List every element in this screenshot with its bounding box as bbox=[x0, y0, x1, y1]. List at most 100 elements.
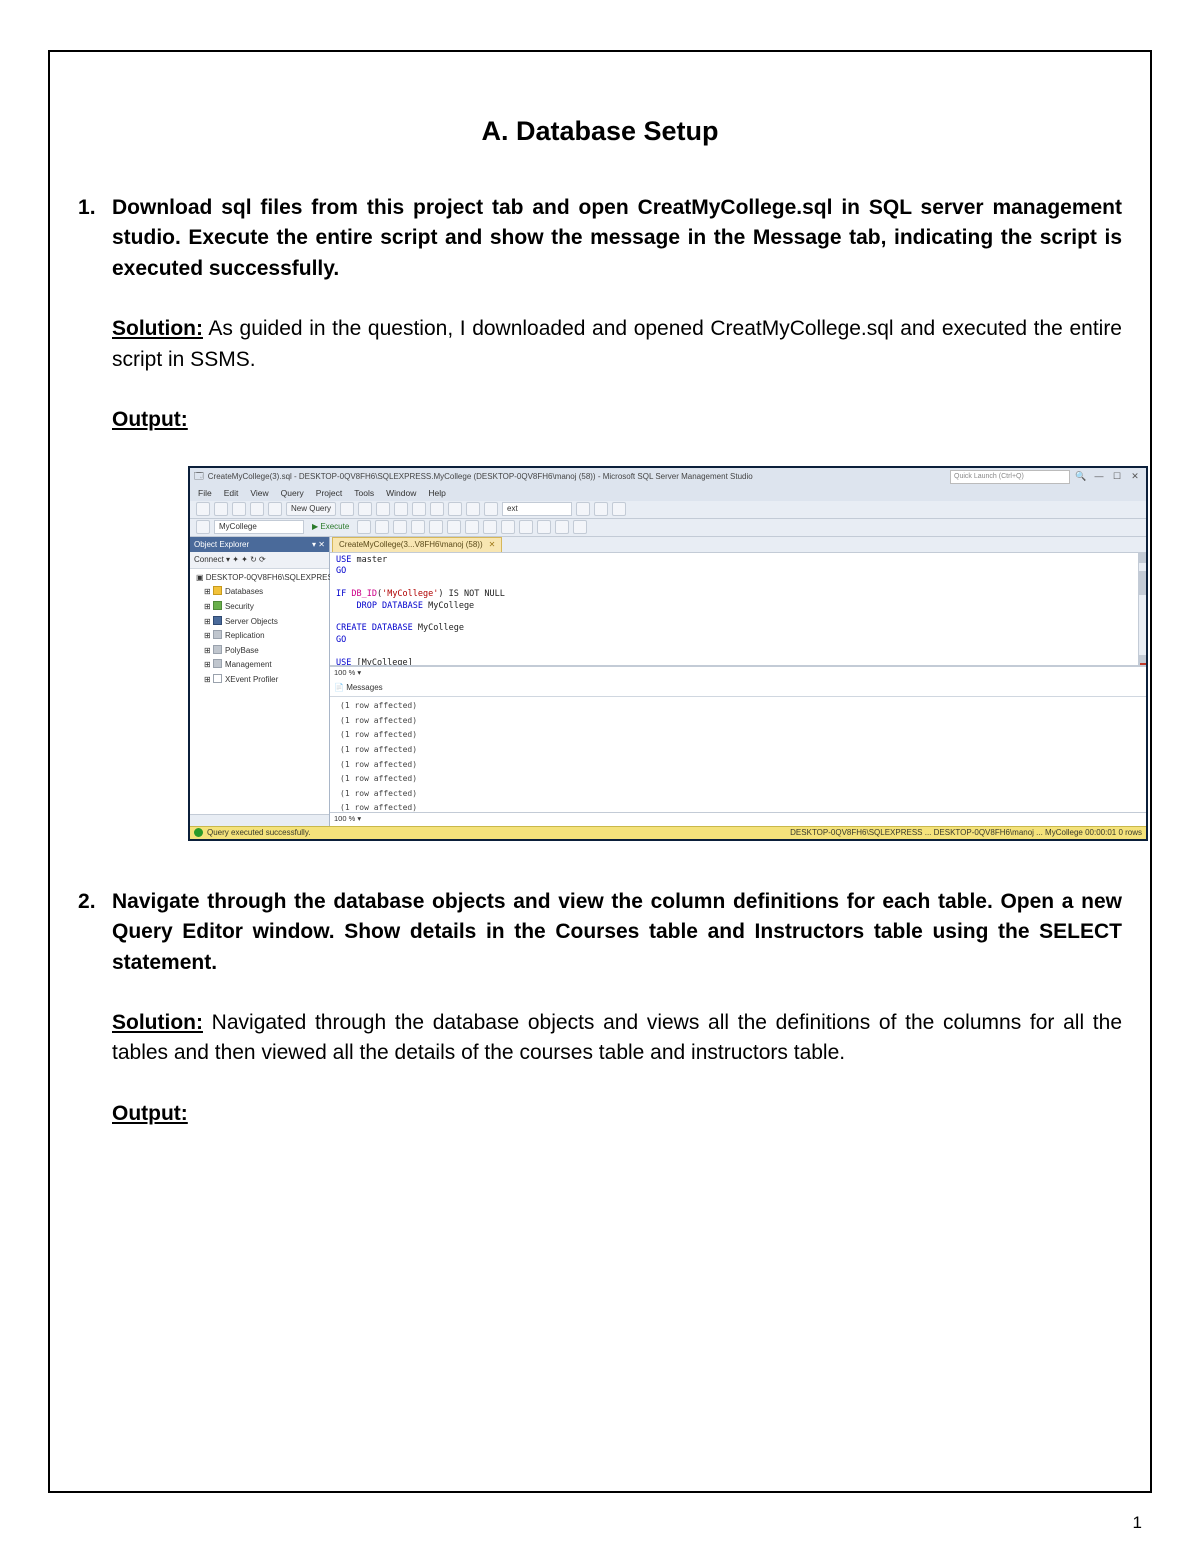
oe-scrollbar[interactable] bbox=[190, 814, 329, 826]
message-row: (1 row affected) bbox=[340, 786, 1136, 801]
database-combo[interactable]: MyCollege bbox=[214, 520, 304, 534]
solution-text: As guided in the question, I downloaded … bbox=[112, 317, 1122, 370]
extension-combo[interactable]: ext bbox=[502, 502, 572, 516]
new-query-button[interactable]: New Query bbox=[286, 502, 336, 516]
ssms-app-icon: 🗔 bbox=[194, 470, 204, 483]
tree-replication[interactable]: ⊞ Replication bbox=[194, 628, 325, 643]
output-label: Output: bbox=[112, 1102, 188, 1125]
tb2-icon-10[interactable] bbox=[555, 520, 569, 534]
check-button[interactable] bbox=[375, 520, 389, 534]
menu-edit[interactable]: Edit bbox=[224, 487, 239, 499]
output-label: Output: bbox=[112, 408, 188, 431]
tb2-icon-2[interactable] bbox=[411, 520, 425, 534]
question-1-output-label: Output: bbox=[112, 405, 1122, 435]
editor-scrollbar[interactable] bbox=[1138, 553, 1146, 666]
message-row: (1 row affected) bbox=[340, 801, 1136, 812]
cut-button[interactable] bbox=[412, 502, 426, 516]
tree-management[interactable]: ⊞ Management bbox=[194, 657, 325, 672]
tb2-icon-11[interactable] bbox=[573, 520, 587, 534]
menu-file[interactable]: File bbox=[198, 487, 212, 499]
xevent-icon bbox=[213, 674, 222, 683]
messages-zoom[interactable]: 100 % ▾ bbox=[330, 812, 1146, 826]
messages-tab[interactable]: 📄 Messages bbox=[330, 680, 1146, 697]
tb2-icon-9[interactable] bbox=[537, 520, 551, 534]
tb-icon-5[interactable] bbox=[576, 502, 590, 516]
page-border: A. Database Setup Download sql files fro… bbox=[48, 50, 1152, 1493]
message-row: (1 row affected) bbox=[340, 713, 1136, 728]
tree-databases[interactable]: ⊞ Databases bbox=[194, 584, 325, 599]
status-bar: Query executed successfully. DESKTOP-0QV… bbox=[190, 826, 1146, 839]
messages-pane: (1 row affected) (1 row affected) (1 row… bbox=[330, 697, 1146, 812]
question-1-text: Download sql files from this project tab… bbox=[112, 193, 1122, 284]
connect-toolbar[interactable]: Connect ▾ ✦ ✦ ↻ ⟳ bbox=[190, 552, 329, 569]
maximize-button[interactable]: ☐ bbox=[1110, 470, 1124, 483]
close-button[interactable]: ✕ bbox=[1128, 470, 1142, 483]
tab-label: CreateMyCollege(3...V8FH6\manoj (58)) bbox=[339, 539, 483, 551]
menu-project[interactable]: Project bbox=[316, 487, 342, 499]
tab-close-icon[interactable]: ✕ bbox=[489, 539, 496, 551]
tb2-icon-5[interactable] bbox=[465, 520, 479, 534]
main-area: CreateMyCollege(3...V8FH6\manoj (58)) ✕ … bbox=[330, 537, 1146, 826]
editor-zoom[interactable]: 100 % ▾ bbox=[330, 666, 1146, 680]
open-file-button[interactable] bbox=[232, 502, 246, 516]
solution-label: Solution: bbox=[112, 1011, 203, 1034]
tb-icon-2[interactable] bbox=[358, 502, 372, 516]
sql-editor[interactable]: USE master GO IF DB_ID('MyCollege') IS N… bbox=[330, 553, 1146, 667]
message-row: (1 row affected) bbox=[340, 772, 1136, 787]
tb2-icon-1[interactable] bbox=[393, 520, 407, 534]
execute-button[interactable]: ▶ Execute bbox=[308, 521, 353, 533]
tb2-icon-3[interactable] bbox=[429, 520, 443, 534]
object-explorer-controls[interactable]: ▾ ✕ bbox=[312, 539, 325, 551]
tb2-icon-7[interactable] bbox=[501, 520, 515, 534]
tb2-icon-6[interactable] bbox=[483, 520, 497, 534]
paste-button[interactable] bbox=[448, 502, 462, 516]
menu-tools[interactable]: Tools bbox=[354, 487, 374, 499]
tree-server-node[interactable]: ▣ DESKTOP-0QV8FH6\SQLEXPRESS (SQL Server bbox=[194, 571, 325, 585]
tree-polybase[interactable]: ⊞ PolyBase bbox=[194, 643, 325, 658]
tb-icon-7[interactable] bbox=[612, 502, 626, 516]
tb-icon-4[interactable] bbox=[394, 502, 408, 516]
parse-button[interactable] bbox=[196, 520, 210, 534]
save-all-button[interactable] bbox=[268, 502, 282, 516]
question-2-output-label: Output: bbox=[112, 1099, 1122, 1129]
tree-xevent[interactable]: ⊞ XEvent Profiler bbox=[194, 672, 325, 687]
menu-query[interactable]: Query bbox=[281, 487, 304, 499]
question-item-1: Download sql files from this project tab… bbox=[78, 193, 1122, 841]
status-message: Query executed successfully. bbox=[207, 827, 310, 839]
object-explorer-panel: Object Explorer ▾ ✕ Connect ▾ ✦ ✦ ↻ ⟳ ▣ … bbox=[190, 537, 330, 826]
search-icon[interactable]: 🔍 bbox=[1074, 470, 1088, 483]
nav-back-button[interactable] bbox=[196, 502, 210, 516]
management-icon bbox=[213, 659, 222, 668]
tree-security[interactable]: ⊞ Security bbox=[194, 599, 325, 614]
tb2-icon-8[interactable] bbox=[519, 520, 533, 534]
save-button[interactable] bbox=[250, 502, 264, 516]
replication-icon bbox=[213, 630, 222, 639]
nav-fwd-button[interactable] bbox=[214, 502, 228, 516]
tb2-icon-4[interactable] bbox=[447, 520, 461, 534]
tb-icon-1[interactable] bbox=[340, 502, 354, 516]
status-info: DESKTOP-0QV8FH6\SQLEXPRESS ... DESKTOP-0… bbox=[790, 827, 1142, 839]
question-1-solution: Solution: As guided in the question, I d… bbox=[112, 314, 1122, 375]
undo-button[interactable] bbox=[466, 502, 480, 516]
tree-server-objects[interactable]: ⊞ Server Objects bbox=[194, 614, 325, 629]
message-row: (1 row affected) bbox=[340, 743, 1136, 758]
tb-icon-3[interactable] bbox=[376, 502, 390, 516]
question-item-2: Navigate through the database objects an… bbox=[78, 887, 1122, 1130]
ssms-titlebar: 🗔 CreateMyCollege(3).sql - DESKTOP-0QV8F… bbox=[190, 468, 1146, 486]
redo-button[interactable] bbox=[484, 502, 498, 516]
menu-window[interactable]: Window bbox=[386, 487, 416, 499]
page-number: 1 bbox=[1133, 1513, 1142, 1533]
server-objects-icon bbox=[213, 616, 222, 625]
object-tree: ▣ DESKTOP-0QV8FH6\SQLEXPRESS (SQL Server… bbox=[190, 569, 329, 689]
quick-launch-input[interactable]: Quick Launch (Ctrl+Q) bbox=[950, 470, 1070, 484]
object-explorer-title: Object Explorer ▾ ✕ bbox=[190, 537, 329, 553]
menu-help[interactable]: Help bbox=[428, 487, 445, 499]
stop-button[interactable] bbox=[357, 520, 371, 534]
minimize-button[interactable]: — bbox=[1092, 470, 1106, 483]
editor-tab-active[interactable]: CreateMyCollege(3...V8FH6\manoj (58)) ✕ bbox=[332, 537, 502, 552]
database-icon bbox=[213, 586, 222, 595]
menu-view[interactable]: View bbox=[250, 487, 268, 499]
copy-button[interactable] bbox=[430, 502, 444, 516]
tb-icon-6[interactable] bbox=[594, 502, 608, 516]
message-row: (1 row affected) bbox=[340, 757, 1136, 772]
